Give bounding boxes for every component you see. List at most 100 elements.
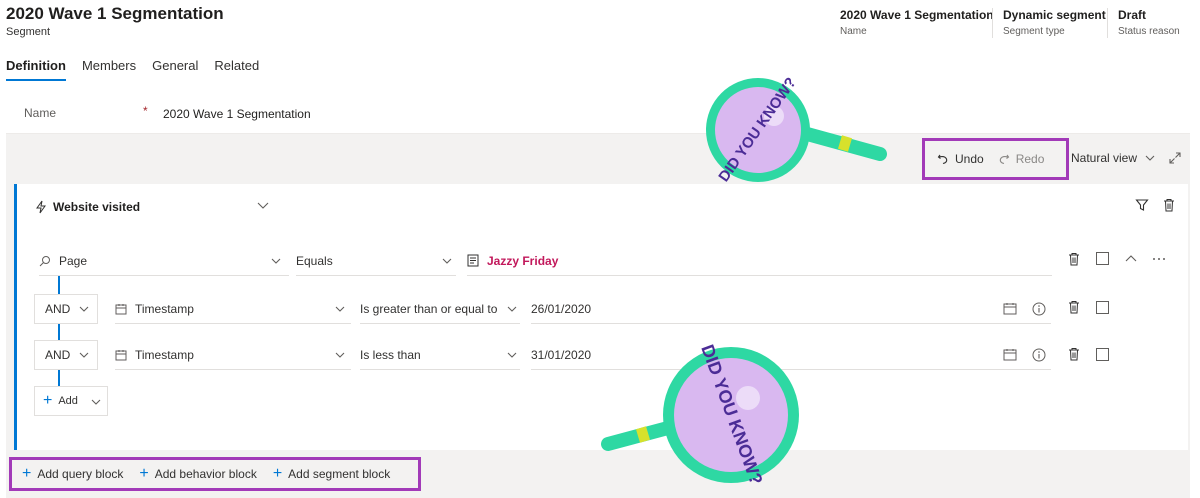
add-query-block-label: Add query block	[37, 467, 124, 481]
attribute-label: Timestamp	[135, 301, 194, 316]
plus-icon: +	[43, 392, 53, 409]
operator-selector[interactable]: Is less than	[360, 340, 520, 370]
add-condition-button[interactable]: + Add	[34, 386, 108, 416]
add-behavior-block-button[interactable]: + Add behavior block	[139, 466, 256, 482]
chevron-down-icon	[335, 306, 345, 312]
connector-label: AND	[45, 348, 71, 362]
operator-label: Is less than	[360, 347, 421, 362]
search-icon	[39, 255, 50, 266]
undo-label: Undo	[955, 152, 984, 166]
value-field[interactable]: Jazzy Friday	[467, 246, 1052, 276]
expand-icon[interactable]	[1168, 151, 1182, 170]
name-field-row: Name * 2020 Wave 1 Segmentation	[6, 94, 1190, 134]
undo-icon	[937, 154, 948, 165]
header-divider	[992, 8, 993, 38]
required-marker: *	[143, 104, 148, 118]
tab-general[interactable]: General	[152, 58, 198, 81]
attribute-label: Timestamp	[135, 347, 194, 362]
checkbox-icon[interactable]	[1096, 252, 1109, 265]
header-segment-type-value: Dynamic segment	[1003, 8, 1106, 22]
attribute-selector[interactable]: Timestamp	[115, 340, 351, 370]
header-field-name: 2020 Wave 1 Segmentation Name	[840, 8, 994, 37]
operator-selector[interactable]: Equals	[296, 246, 456, 276]
add-behavior-block-label: Add behavior block	[154, 467, 257, 481]
attribute-selector[interactable]: Page	[39, 246, 289, 276]
view-selector-label: Natural view	[1071, 151, 1138, 165]
checkbox-icon[interactable]	[1096, 348, 1109, 361]
add-segment-block-button[interactable]: + Add segment block	[273, 466, 390, 482]
tab-definition[interactable]: Definition	[6, 58, 66, 81]
checkbox-icon[interactable]	[1096, 301, 1109, 314]
page-title: 2020 Wave 1 Segmentation	[6, 4, 224, 23]
connector-label: AND	[45, 302, 71, 316]
and-or-selector[interactable]: AND	[34, 340, 98, 370]
attribute-label: Page	[59, 253, 88, 268]
and-or-selector[interactable]: AND	[34, 294, 98, 324]
connector-line	[58, 276, 60, 294]
operator-label: Equals	[296, 253, 333, 268]
view-selector[interactable]: Natural view	[1071, 151, 1155, 165]
add-label: Add	[58, 395, 78, 407]
calendar-icon	[115, 349, 127, 360]
did-you-know-callout-bottom: DID YOU KNOW?	[601, 342, 799, 487]
name-field-label: Name	[24, 106, 57, 120]
chevron-down-icon	[507, 306, 517, 312]
undo-redo-highlight: Undo Redo	[922, 138, 1069, 180]
plus-icon: +	[139, 465, 149, 482]
block-header: Website visited	[35, 200, 140, 214]
delete-icon[interactable]	[1163, 198, 1175, 212]
calendar-icon	[115, 303, 127, 314]
tab-related[interactable]: Related	[214, 58, 259, 81]
chevron-down-icon	[335, 352, 345, 358]
header-status-value: Draft	[1118, 8, 1147, 22]
chevron-down-icon	[91, 399, 101, 405]
header-name-value: 2020 Wave 1 Segmentation	[840, 8, 994, 22]
redo-label: Redo	[1015, 152, 1045, 166]
chevron-up-icon[interactable]	[1125, 255, 1137, 262]
chevron-down-icon	[442, 258, 452, 264]
calendar-icon[interactable]	[1003, 302, 1017, 315]
date-value-field[interactable]: 26/01/2020	[531, 294, 1051, 324]
chevron-down-icon	[79, 306, 89, 312]
entity-type: Segment	[6, 26, 51, 38]
plus-icon: +	[272, 465, 283, 482]
undo-button[interactable]: Undo	[937, 152, 984, 166]
connector-line	[58, 370, 60, 386]
lightning-icon	[36, 200, 46, 214]
header-segment-type-label: Segment type	[1003, 26, 1065, 37]
info-icon[interactable]	[1032, 348, 1046, 362]
chevron-down-icon	[1145, 155, 1155, 161]
delete-icon[interactable]	[1068, 252, 1080, 266]
date-value: 26/01/2020	[531, 301, 592, 316]
entity-record-icon	[467, 254, 479, 267]
chevron-down-icon[interactable]	[257, 202, 269, 209]
add-query-block-button[interactable]: + Add query block	[22, 466, 123, 482]
redo-button[interactable]: Redo	[998, 152, 1045, 166]
filter-icon[interactable]	[1135, 198, 1149, 212]
tab-bar: Definition Members General Related	[6, 58, 275, 81]
connector-line	[58, 324, 60, 340]
header-field-segment-type: Dynamic segment Segment type	[1003, 8, 1106, 37]
attribute-selector[interactable]: Timestamp	[115, 294, 351, 324]
chevron-down-icon	[79, 352, 89, 358]
calendar-icon[interactable]	[1003, 348, 1017, 361]
operator-label: Is greater than or equal to	[360, 301, 498, 316]
date-value: 31/01/2020	[531, 347, 592, 362]
info-icon[interactable]	[1032, 302, 1046, 316]
did-you-know-callout-top: DID YOU KNOW?	[706, 74, 887, 185]
delete-icon[interactable]	[1068, 300, 1080, 314]
tab-members[interactable]: Members	[82, 58, 136, 81]
delete-icon[interactable]	[1068, 347, 1080, 361]
add-segment-block-label: Add segment block	[288, 467, 391, 481]
name-field-input[interactable]: 2020 Wave 1 Segmentation	[163, 107, 311, 121]
header-divider	[1107, 8, 1108, 38]
operator-selector[interactable]: Is greater than or equal to	[360, 294, 520, 324]
value-link[interactable]: Jazzy Friday	[487, 254, 558, 268]
plus-icon: +	[22, 465, 32, 482]
chevron-down-icon	[507, 352, 517, 358]
header-status-label: Status reason	[1118, 26, 1180, 37]
header-name-label: Name	[840, 26, 867, 37]
more-options-icon[interactable]	[1152, 257, 1166, 261]
add-block-highlight: + Add query block + Add behavior block +…	[9, 457, 421, 491]
chevron-down-icon	[271, 258, 281, 264]
